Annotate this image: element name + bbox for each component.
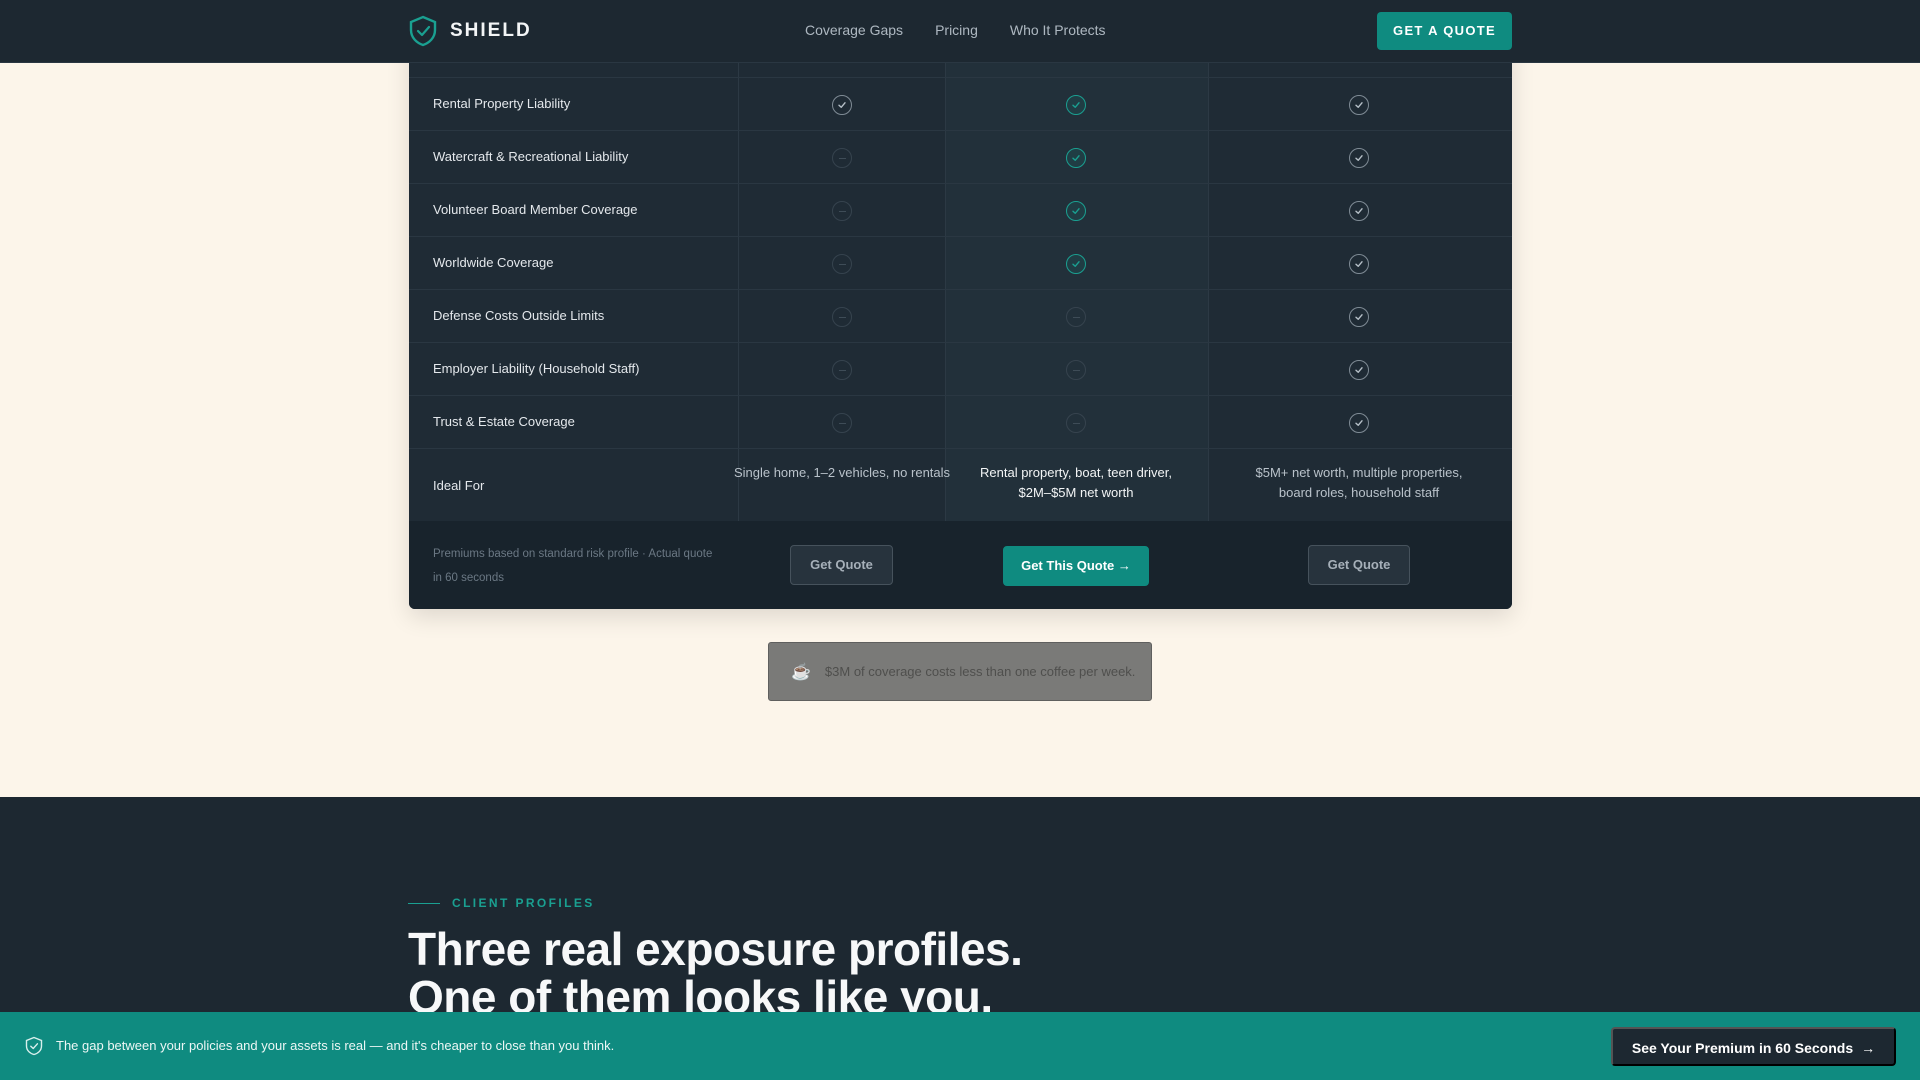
check-circle-icon (1349, 201, 1369, 221)
row-label: Worldwide Coverage (433, 255, 554, 270)
get-this-quote-button[interactable]: Get This Quote → (1003, 546, 1149, 586)
eyebrow-text: CLIENT PROFILES (452, 896, 595, 910)
coffee-cup-icon: ☕ (791, 663, 811, 681)
coffee-comparison-banner: ☕ $3M of coverage costs less than one co… (768, 642, 1152, 701)
premium-footnote: Premiums based on standard risk profile … (433, 548, 713, 584)
see-your-premium-button[interactable]: See Your Premium in 60 Seconds → (1611, 1027, 1896, 1066)
coverage-cell (1347, 305, 1371, 329)
dash-circle-icon (832, 254, 852, 274)
table-row: Trust & Estate Coverage (409, 396, 1512, 449)
dash-circle-icon (832, 148, 852, 168)
coverage-cell (1064, 93, 1088, 117)
coverage-cell (1064, 146, 1088, 170)
coverage-cell (1064, 199, 1088, 223)
row-label: Rental Property Liability (433, 96, 571, 111)
coffee-banner-text: $3M of coverage costs less than one coff… (824, 664, 1136, 679)
coverage-cell (830, 93, 854, 117)
nav-pricing[interactable]: Pricing (935, 22, 978, 38)
check-circle-icon (1066, 201, 1086, 221)
section-eyebrow: CLIENT PROFILES (408, 896, 595, 910)
coverage-cell (830, 146, 854, 170)
table-row: Watercraft & Recreational Liability (409, 131, 1512, 184)
dash-circle-icon (1066, 413, 1086, 433)
row-label: Watercraft & Recreational Liability (433, 149, 629, 164)
coverage-comparison-table: Rental Property Liability Watercraft & Re… (409, 40, 1512, 609)
row-label: Employer Liability (Household Staff) (433, 361, 640, 376)
coverage-cell (830, 252, 854, 276)
check-circle-icon (1349, 413, 1369, 433)
dash-circle-icon (832, 201, 852, 221)
shield-check-icon (25, 1036, 43, 1056)
row-label: Volunteer Board Member Coverage (433, 202, 638, 217)
dash-circle-icon (832, 360, 852, 380)
coverage-cell (830, 411, 854, 435)
table-row: Rental Property Liability (409, 78, 1512, 131)
ideal-for-value: $5M+ net worth, multiple properties, boa… (1255, 465, 1463, 500)
coverage-cell (1347, 252, 1371, 276)
coverage-cell (1347, 199, 1371, 223)
main-nav: Coverage Gaps Pricing Who It Protects (805, 22, 1106, 38)
get-quote-button-premium[interactable]: Get Quote (1308, 545, 1410, 585)
dash-circle-icon (832, 413, 852, 433)
arrow-right-icon: → (1861, 1040, 1876, 1056)
check-circle-icon (1066, 95, 1086, 115)
brand-logo[interactable]: SHIELD (408, 14, 532, 48)
sticky-cta-bar: The gap between your policies and your a… (0, 1012, 1920, 1080)
eyebrow-line (408, 902, 440, 904)
dash-circle-icon (832, 307, 852, 327)
headline-line-1: Three real exposure profiles. (408, 923, 1023, 975)
coverage-cell (1347, 93, 1371, 117)
ideal-for-value: Rental property, boat, teen driver, $2M–… (980, 465, 1172, 500)
check-circle-icon (1349, 95, 1369, 115)
coverage-cell (1064, 411, 1088, 435)
dash-circle-icon (1066, 360, 1086, 380)
coverage-cell (1064, 252, 1088, 276)
check-circle-icon (1349, 148, 1369, 168)
coverage-cell (1064, 358, 1088, 382)
get-a-quote-button[interactable]: GET A QUOTE (1377, 12, 1512, 50)
coverage-cell (830, 358, 854, 382)
table-row: Volunteer Board Member Coverage (409, 184, 1512, 237)
coverage-cell (830, 305, 854, 329)
section-headline: Three real exposure profiles. One of the… (408, 925, 1308, 1021)
check-circle-icon (1066, 254, 1086, 274)
row-label: Trust & Estate Coverage (433, 414, 575, 429)
coverage-cell (830, 199, 854, 223)
table-row: Defense Costs Outside Limits (409, 290, 1512, 343)
check-circle-icon (1349, 360, 1369, 380)
sticky-bar-message: The gap between your policies and your a… (56, 1038, 615, 1053)
nav-coverage-gaps[interactable]: Coverage Gaps (805, 22, 903, 38)
ideal-for-label: Ideal For (433, 478, 485, 493)
check-circle-icon (832, 95, 852, 115)
coverage-cell (1347, 146, 1371, 170)
table-row: Worldwide Coverage (409, 237, 1512, 290)
shield-logo-icon (409, 15, 437, 47)
coverage-cell (1064, 305, 1088, 329)
check-circle-icon (1349, 254, 1369, 274)
check-circle-icon (1066, 148, 1086, 168)
row-label: Defense Costs Outside Limits (433, 308, 605, 323)
table-footer-row: Premiums based on standard risk profile … (409, 521, 1512, 609)
coverage-cell (1347, 358, 1371, 382)
dash-circle-icon (1066, 307, 1086, 327)
get-quote-button-essential[interactable]: Get Quote (790, 545, 893, 585)
brand-name: SHIELD (450, 20, 532, 41)
check-circle-icon (1349, 307, 1369, 327)
site-header: SHIELD Coverage Gaps Pricing Who It Prot… (0, 0, 1920, 63)
coverage-cell (1347, 411, 1371, 435)
ideal-for-value: Single home, 1–2 vehicles, no rentals (733, 465, 951, 480)
ideal-for-row: Ideal For Single home, 1–2 vehicles, no r… (409, 449, 1512, 521)
table-row: Employer Liability (Household Staff) (409, 343, 1512, 396)
nav-who-it-protects[interactable]: Who It Protects (1010, 22, 1106, 38)
see-your-premium-label: See Your Premium in 60 Seconds (1631, 1040, 1854, 1056)
